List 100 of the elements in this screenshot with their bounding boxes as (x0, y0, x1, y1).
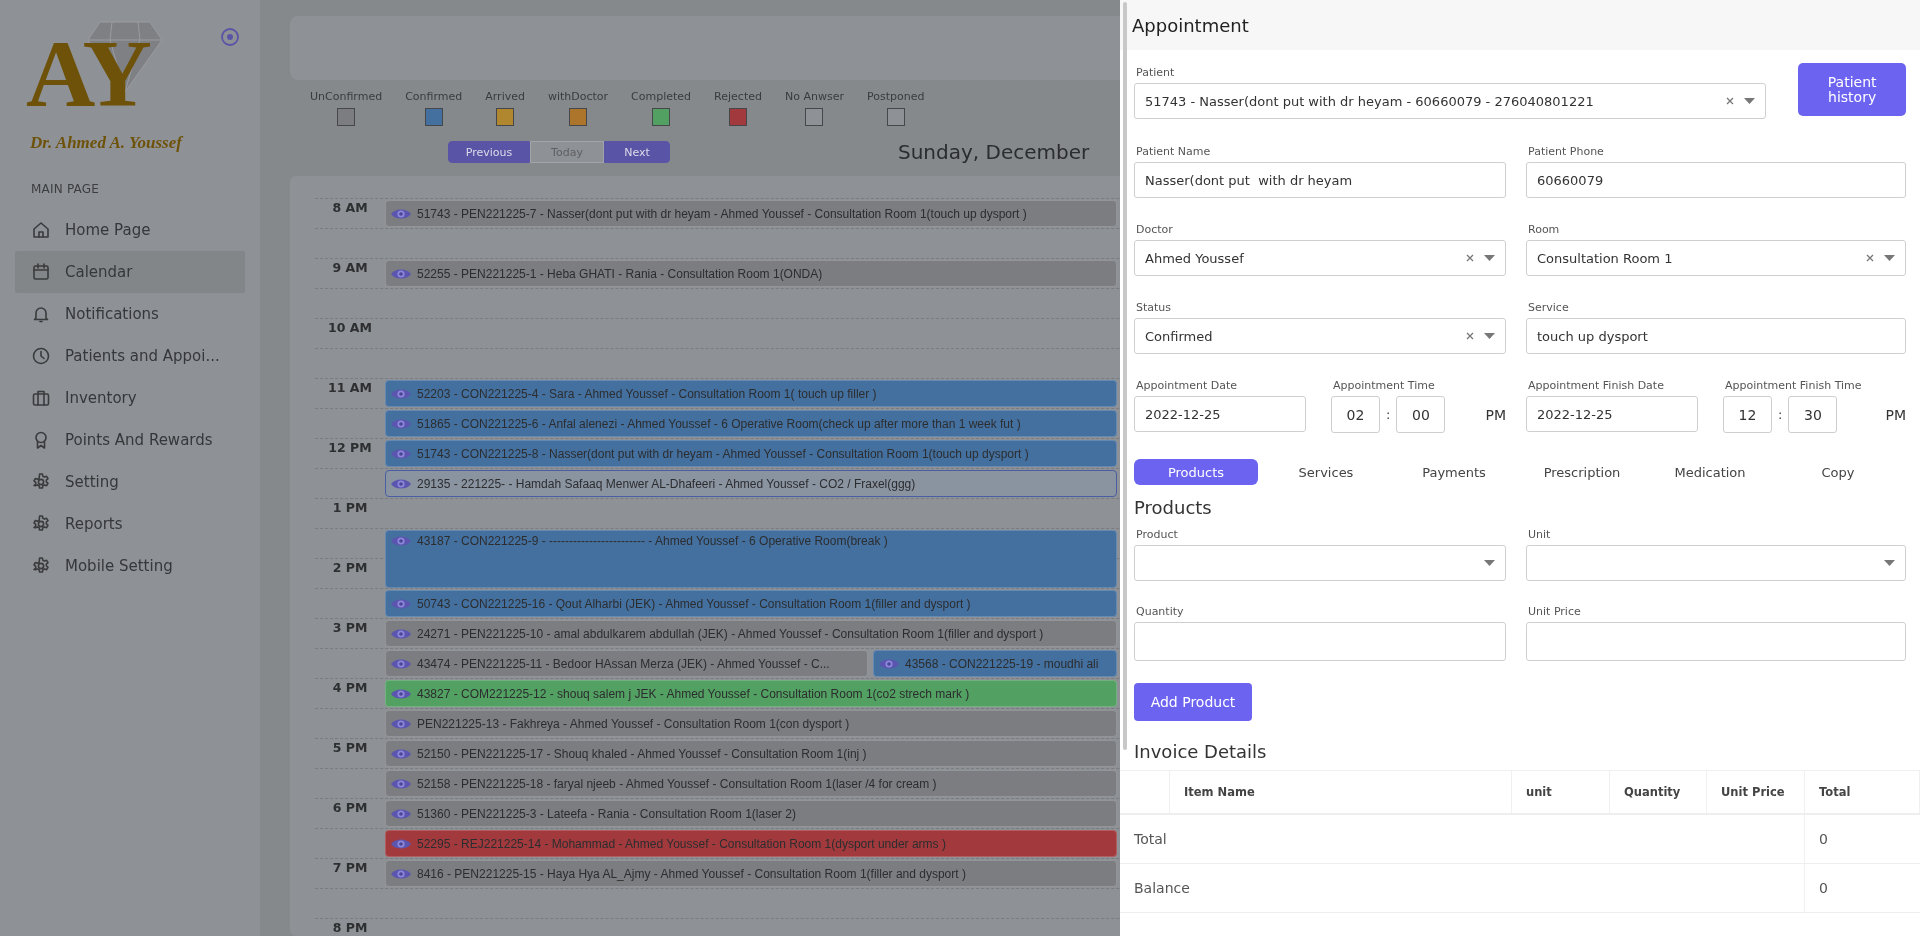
caret-icon (1884, 255, 1895, 261)
appointment-block[interactable]: 52150 - PEN221225-17 - Shouq khaled - Ahmed Youssef - Consultation Room 1(inj ) (385, 740, 1117, 767)
gear-icon (31, 556, 51, 576)
sidebar-item[interactable]: Notifications (15, 293, 245, 335)
caret-icon (1484, 333, 1495, 339)
time-label: 1 PM (332, 501, 368, 514)
appointment-block[interactable]: 50743 - CON221225-16 - Qout Alharbi (JEK) - Ahmed Youssef - Consultation Room 1(filler and dysport ) (385, 590, 1117, 617)
patient-history-button[interactable]: Patient history (1798, 63, 1906, 116)
add-product-button[interactable]: Add Product (1134, 683, 1252, 721)
legend-label: withDoctor (547, 90, 609, 103)
time-label: 2 PM (332, 561, 368, 574)
appointment-block[interactable]: 43568 - CON221225-19 - moudhi ali (873, 650, 1117, 677)
time-label: 12 PM (328, 441, 372, 454)
field-label: Appointment Finish Date (1528, 379, 1664, 392)
bell-icon (31, 304, 51, 324)
time-separator: : (1778, 407, 1783, 422)
field-label: Appointment Time (1333, 379, 1435, 392)
legend-label: No Anwser (784, 90, 844, 103)
appointment-block[interactable]: PEN221225-13 - Fakhreya - Ahmed Youssef - Consultation Room 1(con dysport ) (385, 710, 1117, 737)
time-separator: : (1386, 407, 1391, 422)
input-field[interactable] (1134, 622, 1506, 661)
hour-field[interactable]: 12 (1723, 396, 1772, 433)
field-label: Appointment Finish Time (1725, 379, 1862, 392)
appointment-block[interactable]: 51743 - PEN221225-7 - Nasser(dont put with dr heyam - Ahmed Youssef - Consultation Room 1(touch up dysport ) (385, 200, 1117, 227)
field-label: Unit Price (1528, 605, 1581, 618)
column-header: Item Name (1170, 770, 1512, 815)
sidebar-item[interactable]: Home Page (15, 209, 245, 251)
appointment-block[interactable]: 52158 - PEN221225-18 - faryal njeeb - Ahmed Youssef - Consultation Room 1(laser /4 for cream ) (385, 770, 1117, 797)
minute-field[interactable]: 30 (1788, 396, 1838, 433)
sidebar-item[interactable]: Patients and Appoi... (15, 335, 245, 377)
sidebar-item[interactable]: Inventory (15, 377, 245, 419)
select-field[interactable] (1526, 545, 1906, 581)
select-field[interactable]: Ahmed Youssef (1134, 240, 1506, 276)
time-label: 5 PM (332, 741, 368, 754)
appointment-block[interactable]: 43187 - CON221225-9 - ------------------------ - Ahmed Youssef - 6 Operative Room(break ) (385, 530, 1117, 588)
logo-caption: Dr. Ahmed A. Youssef (30, 133, 182, 152)
appointment-block[interactable]: 24271 - PEN221225-10 - amal abdulkarem abdullah (JEK) - Ahmed Youssef - Consultation Room 1(filler and dysport ) (385, 620, 1117, 647)
time-label: 8 AM (332, 201, 368, 214)
input-field[interactable] (1526, 622, 1906, 661)
field-label: Quantity (1136, 605, 1184, 618)
nav-button[interactable]: Previous (448, 141, 530, 163)
select-field[interactable]: Consultation Room 1 (1526, 240, 1906, 276)
tab[interactable]: Copy (1774, 459, 1902, 485)
tab[interactable]: Medication (1646, 459, 1774, 485)
time-label: 4 PM (332, 681, 368, 694)
legend-label: Confirmed (405, 90, 463, 103)
input-field[interactable]: Nasser(dont put with dr heyam (1134, 162, 1506, 198)
time-label: 11 AM (328, 381, 372, 394)
time-label: 8 PM (332, 921, 368, 934)
appointment-block[interactable]: 52295 - REJ221225-14 - Mohammad - Ahmed Youssef - Consultation Room 1(dysport under arms ) (385, 830, 1117, 857)
tab[interactable]: Payments (1390, 459, 1518, 485)
tab[interactable]: Products (1134, 459, 1258, 485)
appointment-block[interactable]: 52203 - CON221225-4 - Sara - Ahmed Youssef - Consultation Room 1( touch up filler ) (385, 380, 1117, 407)
select-field[interactable]: Confirmed (1134, 318, 1506, 354)
nav-button[interactable]: Next (604, 141, 670, 163)
appointment-block[interactable]: 51865 - CON221225-6 - Anfal alenezi - Ahmed Youssef - 6 Operative Room(check up after more than 1 week fut ) (385, 410, 1117, 437)
appointment-block[interactable]: 8416 - PEN221225-15 - Haya Hya AL_Ajmy - Ahmed Youssef - Consultation Room 1(filler and dysport ) (385, 860, 1117, 887)
field-label: Patient Phone (1528, 145, 1604, 158)
input-field[interactable]: 60660079 (1526, 162, 1906, 198)
gear-icon (31, 514, 51, 534)
meridiem-label: PM (1485, 406, 1506, 423)
time-label: 9 AM (332, 261, 368, 274)
table-cell: 0 (1805, 864, 1920, 913)
tab[interactable]: Prescription (1518, 459, 1646, 485)
sidebar-item[interactable]: Mobile Setting (15, 545, 245, 587)
input-field[interactable]: 2022-12-25 (1134, 396, 1306, 432)
legend-label: UnConfirmed (310, 90, 383, 103)
field-label: Product (1136, 528, 1178, 541)
input-field[interactable]: touch up dysport (1526, 318, 1906, 354)
appointment-block[interactable]: 51360 - PEN221225-3 - Lateefa - Rania - Consultation Room 1(laser 2) (385, 800, 1117, 827)
sidebar-item[interactable]: Calendar (15, 251, 245, 293)
calendar-icon (31, 262, 51, 282)
hour-field[interactable]: 02 (1331, 396, 1380, 433)
caret-icon (1484, 560, 1495, 566)
appointment-block[interactable]: 43827 - COM221225-12 - shouq salem j JEK - Ahmed Youssef - Consultation Room 1(co2 strech mark ) (385, 680, 1117, 707)
appointment-block[interactable]: 51743 - CON221225-8 - Nasser(dont put with dr heyam - Ahmed Youssef - Consultation Room 1(touch up dysport ) (385, 440, 1117, 467)
logo-monogram: AY (26, 20, 148, 127)
appointment-block[interactable]: 29135 - 221225- - Hamdah Safaaq Menwer AL-Dhafeeri - Ahmed Youssef - CO2 / Fraxel(ggg) (385, 470, 1117, 497)
appointment-block[interactable]: 43474 - PEN221225-11 - Bedoor HAssan Merza (JEK) - Ahmed Youssef - C... (385, 650, 868, 677)
select-field[interactable] (1134, 545, 1506, 581)
appointment-block[interactable]: 52255 - PEN221225-1 - Heba GHATI - Rania - Consultation Room 1(ONDA) (385, 260, 1117, 287)
sidebar-item[interactable]: Reports (15, 503, 245, 545)
sidebar-item[interactable]: Points And Rewards (15, 419, 245, 461)
eye-icon (390, 534, 412, 548)
minute-field[interactable]: 00 (1396, 396, 1446, 433)
field-label: Patient Name (1136, 145, 1211, 158)
legend-label: Postponed (866, 90, 925, 103)
target-icon[interactable] (220, 27, 240, 47)
field-label: Patient (1136, 66, 1175, 79)
sidebar-item[interactable]: Setting (15, 461, 245, 503)
column-header: Total (1805, 770, 1920, 815)
caret-icon (1744, 98, 1756, 104)
scrollbar[interactable] (1123, 2, 1127, 750)
tab[interactable]: Services (1262, 459, 1390, 485)
input-field[interactable]: 2022-12-25 (1526, 396, 1698, 432)
section-title: Products (1134, 497, 1212, 518)
select-field[interactable]: 51743 - Nasser(dont put with dr heyam - 60660079 - 276040801221 (1134, 83, 1767, 119)
caret-icon (1484, 255, 1495, 261)
meridiem-label: PM (1885, 406, 1906, 423)
field-label: Doctor (1136, 223, 1173, 236)
